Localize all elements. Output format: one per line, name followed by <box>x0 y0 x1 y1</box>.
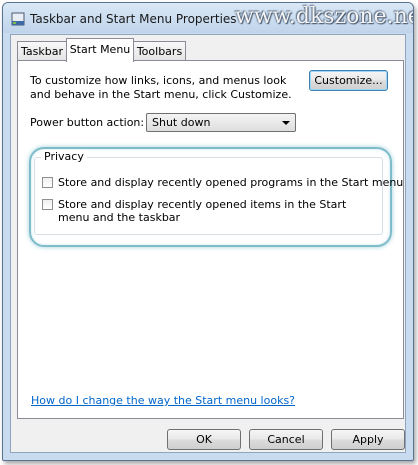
power-button-action-select[interactable]: Shut down <box>146 113 296 132</box>
recent-items-checkbox[interactable] <box>42 199 53 210</box>
power-button-value: Shut down <box>152 116 211 129</box>
tab-start-menu[interactable]: Start Menu <box>66 38 134 62</box>
title-bar[interactable]: Taskbar and Start Menu Properties www.dk… <box>3 3 413 33</box>
recent-programs-checkbox[interactable] <box>42 177 53 188</box>
ok-button[interactable]: OK <box>167 429 241 450</box>
start-menu-tab-panel: To customize how links, icons, and menus… <box>17 60 404 419</box>
recent-programs-option[interactable]: Store and display recently opened progra… <box>42 176 403 190</box>
window-title: Taskbar and Start Menu Properties <box>30 12 237 26</box>
tab-toolbars[interactable]: Toolbars <box>133 41 186 61</box>
help-link[interactable]: How do I change the way the Start menu l… <box>31 394 295 407</box>
taskbar-app-icon <box>11 12 25 26</box>
customize-description: To customize how links, icons, and menus… <box>30 74 292 101</box>
properties-dialog: Taskbar and Start Menu Properties www.dk… <box>2 2 414 461</box>
privacy-group: Privacy Store and display recently opene… <box>34 150 403 235</box>
apply-button[interactable]: Apply <box>331 429 405 450</box>
recent-items-option[interactable]: Store and display recently opened items … <box>42 198 377 226</box>
recent-programs-label: Store and display recently opened progra… <box>58 176 404 189</box>
dialog-body: Taskbar Start Menu Toolbars To customize… <box>10 34 406 453</box>
recent-items-label: Store and display recently opened items … <box>58 198 347 224</box>
customize-button[interactable]: Customize... <box>309 70 388 91</box>
chevron-down-icon <box>282 121 290 125</box>
tab-taskbar[interactable]: Taskbar <box>17 41 67 61</box>
watermark-text: www.dkszone.net <box>235 4 414 29</box>
cancel-button[interactable]: Cancel <box>249 429 323 450</box>
privacy-group-title: Privacy <box>41 150 87 163</box>
power-button-label: Power button action: <box>30 116 145 129</box>
